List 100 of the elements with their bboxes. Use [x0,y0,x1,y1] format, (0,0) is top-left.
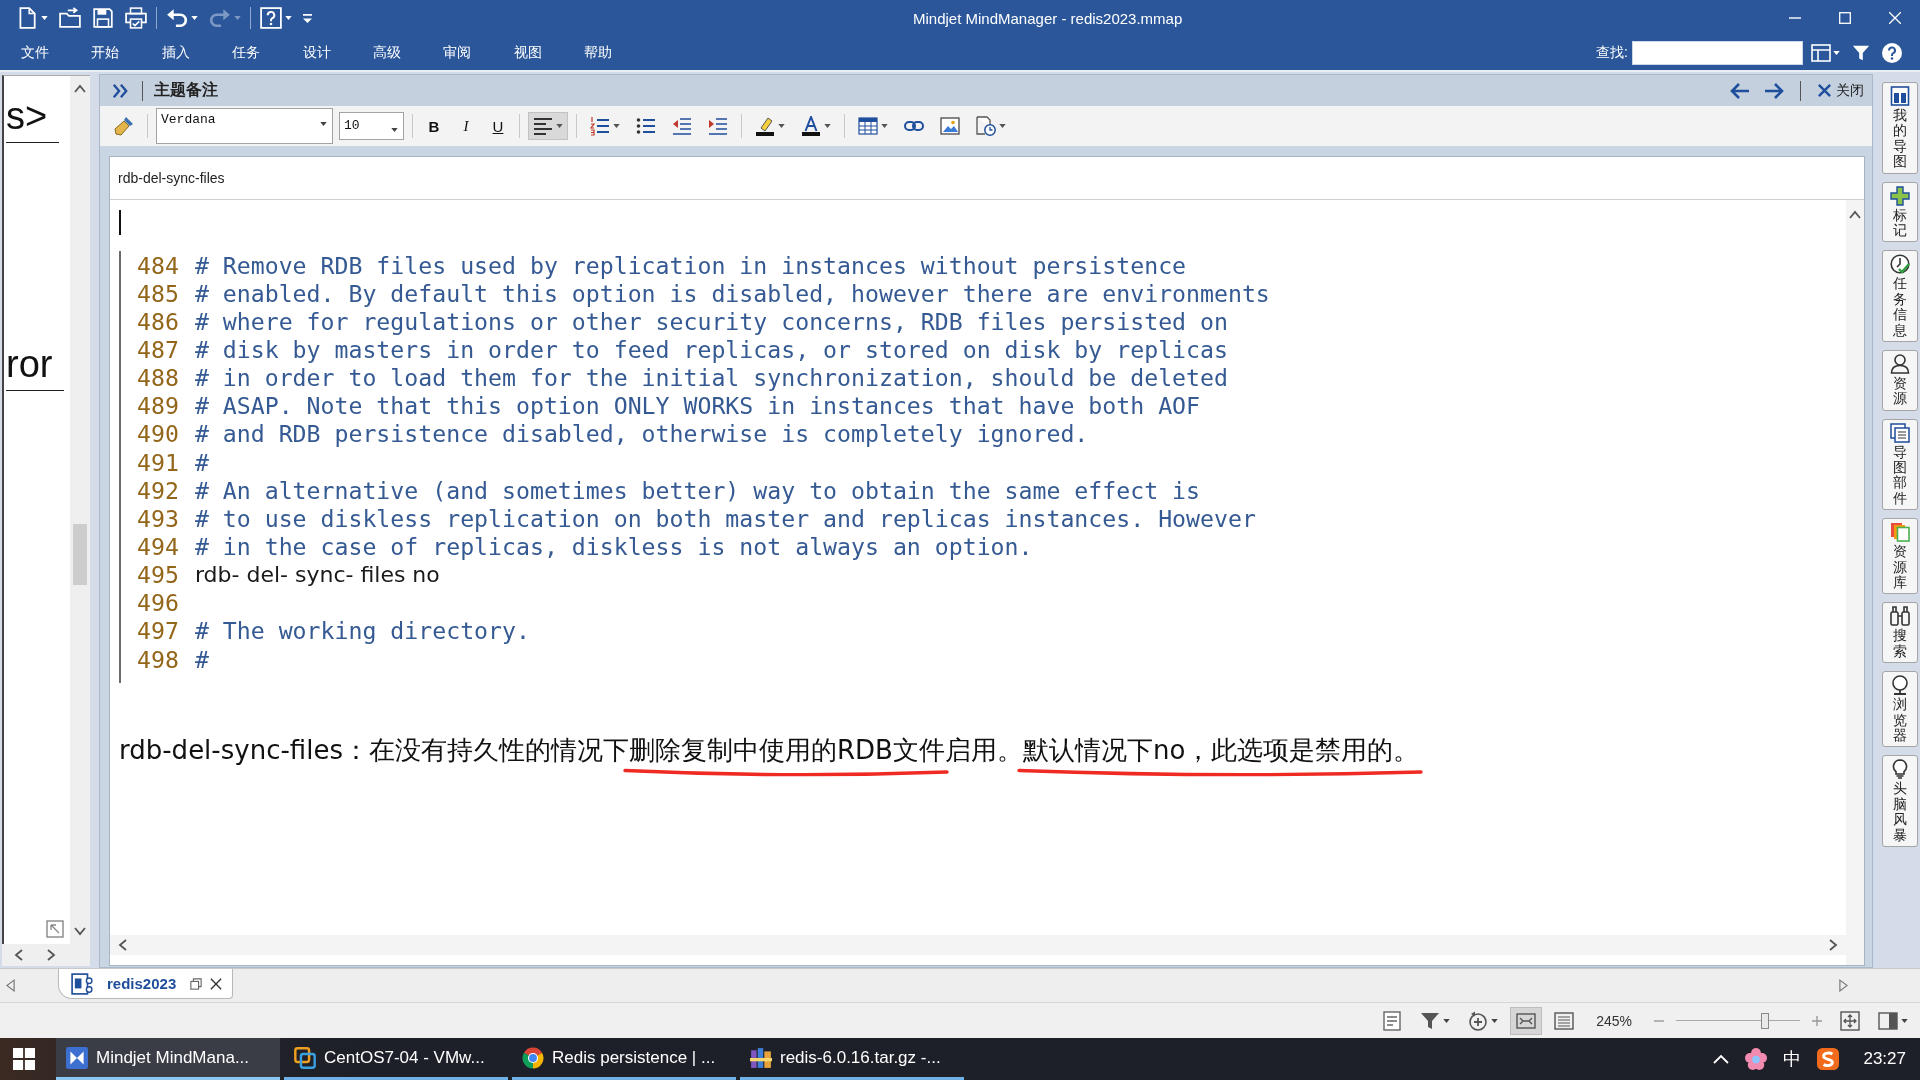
folder-icon [59,7,81,29]
image-icon [940,116,960,136]
menu-item[interactable]: 视图 [511,40,544,66]
menu-item[interactable]: 开始 [89,40,122,66]
chevron-left-icon[interactable] [118,939,127,951]
document-clock-icon [976,116,996,136]
clock-check-icon [1890,254,1910,275]
side-panel-tab[interactable]: 我的导图 [1882,82,1918,174]
side-panel-tab[interactable]: 导图部件 [1882,418,1918,511]
taskbar-button[interactable]: Redis persistence | ... [512,1038,736,1080]
line-number: 496 [137,589,179,617]
map-topic[interactable]: s> [6,94,60,143]
taskbar-button[interactable]: CentOS7-04 - VMw... [284,1038,508,1080]
save-button[interactable] [90,5,116,31]
layout-button[interactable] [1809,41,1842,65]
flower-icon[interactable] [1745,1048,1768,1070]
menu-item[interactable]: 设计 [300,40,333,66]
line-number: 497 [137,617,179,645]
code-line: # to use diskless replication on both master and replicas instances. However [194,504,1256,532]
globe-icon [1890,675,1910,696]
customize-button[interactable] [301,11,314,25]
menu-item[interactable]: 高级 [370,40,403,66]
caret-icon [778,124,785,128]
double-chevron-icon [112,81,128,100]
chevron-down-icon[interactable] [74,927,86,936]
menu-item[interactable]: 任务 [230,40,263,66]
scrollbar[interactable] [110,935,1846,955]
fit-page-icon [1840,1010,1860,1031]
decrease-indent-icon [672,116,692,136]
side-panel-tab[interactable]: 资源 [1882,349,1918,411]
help-icon [1882,43,1902,63]
search-field[interactable] [1632,41,1803,65]
caret-icon [191,16,198,20]
code-line: # in the case of replicas, diskless is not always an option. [194,532,1033,560]
bold-button[interactable]: B [421,112,447,140]
overlapping-squares-icon [294,1046,316,1069]
fit-map-icon [1516,1010,1537,1031]
arrow-left-icon [1730,80,1750,101]
arrow-right-icon [1764,80,1784,101]
help-icon [260,7,282,29]
chevron-up-icon[interactable] [1849,210,1861,219]
triangle-right-icon[interactable] [1839,979,1848,992]
panel-icon [1878,1010,1898,1031]
input-method-icon[interactable] [1817,1048,1840,1070]
underline-button[interactable]: U [485,112,511,140]
line-number: 484 [137,251,179,279]
triangle-left-icon[interactable] [6,979,15,992]
restore-icon[interactable] [190,977,203,990]
side-panel-tab[interactable]: 任务信息 [1882,250,1918,342]
printer-icon [125,7,147,29]
close-icon[interactable] [210,977,223,990]
help-button[interactable] [258,5,294,31]
side-panel-tab[interactable]: 资源库 [1882,518,1918,595]
chevron-right-icon[interactable] [1829,939,1838,951]
chevron-up-icon[interactable] [74,84,86,93]
scroll-thumb[interactable] [73,524,87,585]
font-dropdown[interactable]: Verdana [156,108,333,144]
caret-icon [1833,51,1840,55]
add-circle-icon [1468,1010,1489,1031]
caret-icon [391,128,398,132]
chevron-left-icon[interactable] [14,949,23,961]
menu-item[interactable]: 审阅 [441,40,474,66]
menu-item[interactable]: 文件 [19,40,51,66]
input-language-indicator[interactable]: 中 [1783,1047,1802,1071]
print-button[interactable] [123,5,149,31]
zoom-slider[interactable] [1676,1012,1800,1029]
help-button[interactable] [1880,41,1904,65]
align-button[interactable] [528,112,568,140]
scrollbar[interactable] [1846,200,1864,965]
line-number: 487 [137,336,179,363]
caret-icon [881,124,888,128]
caret-icon [1443,1018,1451,1023]
fit-map-button[interactable] [1510,1006,1543,1035]
italic-button[interactable]: I [453,112,479,140]
side-panel-tab[interactable]: 搜索 [1882,602,1918,664]
slider-thumb[interactable] [1760,1012,1769,1029]
menu-item[interactable]: 插入 [159,40,192,66]
code-line: # and RDB persistence disabled, otherwise is completely ignored. [194,420,1089,448]
side-panel-tab[interactable]: 浏览器 [1882,671,1918,748]
font-size-dropdown[interactable]: 10 [339,112,404,140]
menu-item[interactable]: 帮助 [582,40,615,66]
side-panel-tab[interactable]: 头脑风暴 [1882,755,1918,847]
highlighter-icon [755,116,775,136]
code-line: # enabled. By default this option is disabled, however there are environments [194,279,1270,307]
chevron-right-icon[interactable] [47,949,56,961]
code-line: # in order to load them for the initial synchronization, should be deleted [194,364,1228,392]
mindmap-app-icon [66,1046,88,1069]
outline-icon [1554,1010,1575,1031]
map-topic[interactable]: ror [6,342,65,391]
code-line: # where for regulations or other security concerns, RDB files persisted on [194,307,1228,335]
numbered-list-icon [590,116,610,136]
side-panel-tab[interactable]: 标记 [1882,181,1918,243]
binoculars-icon [1890,606,1910,627]
close-panel-button[interactable]: 关闭 [1815,79,1866,102]
taskbar-clock[interactable]: 23:27 [1863,1049,1906,1069]
taskbar-button[interactable]: redis-6.0.16.tar.gz -... [740,1038,964,1080]
line-number: 494 [137,532,179,560]
document-tab[interactable]: redis2023 [58,969,234,999]
taskbar-button[interactable]: Mindjet MindMana... [56,1038,280,1080]
open-button[interactable] [57,5,83,31]
